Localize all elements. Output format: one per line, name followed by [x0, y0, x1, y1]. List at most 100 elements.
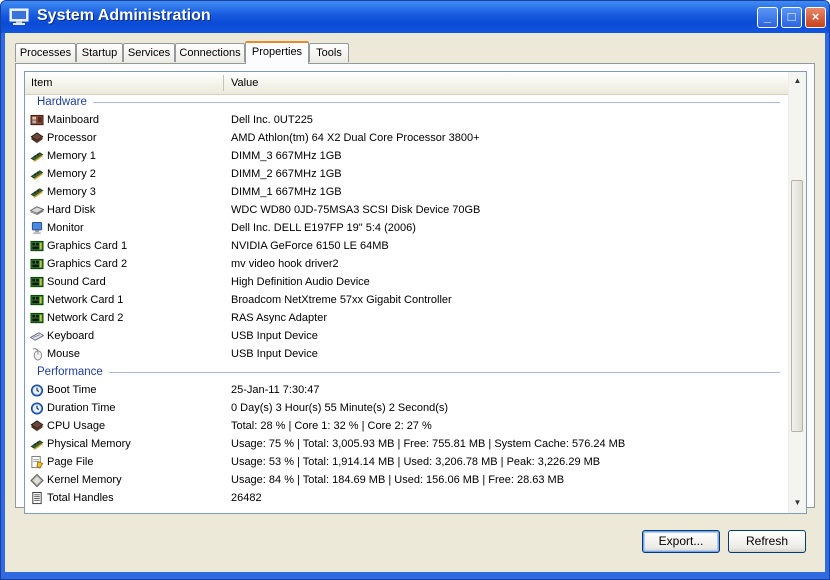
group-label: Hardware	[37, 96, 87, 108]
row-item-value: Dell Inc. 0UT225	[231, 114, 313, 126]
scroll-down-arrow-icon[interactable]: ▼	[791, 496, 804, 510]
tab-tools[interactable]: Tools	[309, 43, 349, 62]
row-item-value: Dell Inc. DELL E197FP 19" 5:4 (2006)	[231, 222, 416, 234]
list-row[interactable]: Network Card 1 Broadcom NetXtreme 57xx Gi…	[25, 292, 788, 310]
card-icon	[30, 258, 44, 270]
client-area: Processes Startup Services Connections P…	[5, 33, 825, 572]
row-item-name: Keyboard	[47, 330, 95, 342]
list-row[interactable]: Mouse USB Input Device	[25, 346, 788, 364]
list-row[interactable]: CPU Usage Total: 28 % | Core 1: 32 % | Co…	[25, 418, 788, 436]
card-icon	[30, 312, 44, 324]
hard-disk-icon	[30, 206, 44, 216]
group-divider	[93, 102, 780, 103]
properties-panel: Item Value Hardware Mainboard Dell Inc. 0U…	[15, 63, 815, 514]
tab-startup[interactable]: Startup	[76, 43, 123, 62]
list-row[interactable]: Processor AMD Athlon(tm) 64 X2 Dual Core …	[25, 130, 788, 148]
list-row[interactable]: Page File Usage: 53 % | Total: 1,914.14 M…	[25, 454, 788, 472]
list-row[interactable]: Monitor Dell Inc. DELL E197FP 19" 5:4 (20…	[25, 220, 788, 238]
row-item-value: 26482	[231, 492, 262, 504]
list-row[interactable]: Mainboard Dell Inc. 0UT225	[25, 112, 788, 130]
group-header-performance: Performance	[25, 364, 788, 382]
tab-processes[interactable]: Processes	[15, 43, 76, 62]
card-icon	[30, 240, 44, 252]
list-row[interactable]: Graphics Card 2 mv video hook driver2	[25, 256, 788, 274]
mouse-icon	[33, 348, 43, 361]
row-item-value: USB Input Device	[231, 348, 318, 360]
memory-icon	[30, 440, 44, 451]
list-row[interactable]: Graphics Card 1 NVIDIA GeForce 6150 LE 64…	[25, 238, 788, 256]
document-icon	[32, 492, 42, 505]
row-item-name: Sound Card	[47, 276, 106, 288]
list-row[interactable]: Memory 3 DIMM_1 667MHz 1GB	[25, 184, 788, 202]
properties-list[interactable]: Item Value Hardware Mainboard Dell Inc. 0U…	[24, 71, 807, 514]
tab-properties[interactable]: Properties	[245, 41, 309, 64]
list-rows: Hardware Mainboard Dell Inc. 0UT225 Process…	[25, 94, 788, 508]
row-item-name: Memory 3	[47, 186, 96, 198]
tab-connections[interactable]: Connections	[175, 43, 245, 62]
row-item-name: Mouse	[47, 348, 81, 360]
scrollbar-thumb[interactable]	[791, 180, 803, 432]
row-item-value: Total: 28 % | Core 1: 32 % | Core 2: 27 …	[231, 420, 432, 432]
row-item-value: Usage: 53 % | Total: 1,914.14 MB | Used:…	[231, 456, 601, 468]
row-item-name: Graphics Card 2	[47, 258, 128, 270]
row-item-value: Usage: 84 % | Total: 184.69 MB | Used: 1…	[231, 474, 565, 486]
list-row[interactable]: Memory 2 DIMM_2 667MHz 1GB	[25, 166, 788, 184]
list-row[interactable]: Keyboard USB Input Device	[25, 328, 788, 346]
memory-icon	[30, 152, 44, 163]
column-header-item[interactable]: Item	[25, 72, 223, 94]
list-row[interactable]: Kernel Memory Usage: 84 % | Total: 184.69…	[25, 472, 788, 490]
clock-icon	[30, 402, 44, 415]
row-item-value: AMD Athlon(tm) 64 X2 Dual Core Processor…	[231, 132, 480, 144]
group-divider	[109, 372, 780, 373]
group-header-hardware: Hardware	[25, 94, 788, 112]
minimize-button[interactable]: _	[757, 7, 778, 28]
tab-services[interactable]: Services	[123, 43, 175, 62]
group-label: Performance	[37, 366, 103, 378]
list-header: Item Value	[25, 72, 788, 95]
row-item-name: Memory 1	[47, 150, 96, 162]
scroll-up-arrow-icon[interactable]: ▲	[791, 74, 804, 88]
row-item-name: Page File	[47, 456, 94, 468]
row-item-value: USB Input Device	[231, 330, 318, 342]
vertical-scrollbar[interactable]: ▲ ▼	[788, 72, 806, 513]
list-row[interactable]: Hard Disk WDC WD80 0JD-75MSA3 SCSI Disk D…	[25, 202, 788, 220]
list-row[interactable]: Duration Time 0 Day(s) 3 Hour(s) 55 Minut…	[25, 400, 788, 418]
list-row[interactable]: Physical Memory Usage: 75 % | Total: 3,00…	[25, 436, 788, 454]
app-window: System Administration _ □ × Processes St…	[0, 0, 830, 580]
row-item-name: Hard Disk	[47, 204, 96, 216]
memory-icon	[30, 170, 44, 181]
list-row[interactable]: Memory 1 DIMM_3 667MHz 1GB	[25, 148, 788, 166]
list-row[interactable]: Total Handles 26482	[25, 490, 788, 508]
maximize-button[interactable]: □	[781, 7, 802, 28]
row-item-name: Processor	[47, 132, 97, 144]
export-button[interactable]: Export...	[642, 530, 720, 553]
row-item-value: DIMM_2 667MHz 1GB	[231, 168, 342, 180]
processor-icon	[30, 132, 44, 144]
memory-icon	[30, 188, 44, 199]
row-item-name: Memory 2	[47, 168, 96, 180]
row-item-value: DIMM_3 667MHz 1GB	[231, 150, 342, 162]
row-item-name: Duration Time	[47, 402, 116, 414]
row-item-value: mv video hook driver2	[231, 258, 339, 270]
row-item-value: DIMM_1 667MHz 1GB	[231, 186, 342, 198]
refresh-button[interactable]: Refresh	[728, 530, 806, 553]
mainboard-icon	[30, 114, 44, 126]
row-item-name: Monitor	[47, 222, 84, 234]
clock-icon	[30, 384, 44, 397]
kernel-icon	[30, 474, 44, 487]
row-item-name: Total Handles	[47, 492, 114, 504]
close-button[interactable]: ×	[805, 7, 826, 28]
page-file-icon	[31, 456, 44, 469]
list-row[interactable]: Sound Card High Definition Audio Device	[25, 274, 788, 292]
row-item-name: CPU Usage	[47, 420, 106, 432]
row-item-value: Broadcom NetXtreme 57xx Gigabit Controll…	[231, 294, 452, 306]
title-bar[interactable]: System Administration _ □ ×	[1, 1, 829, 33]
column-header-value[interactable]: Value	[225, 72, 785, 94]
row-item-name: Graphics Card 1	[47, 240, 128, 252]
list-row[interactable]: Network Card 2 RAS Async Adapter	[25, 310, 788, 328]
row-item-value: 0 Day(s) 3 Hour(s) 55 Minute(s) 2 Second…	[231, 402, 449, 414]
card-icon	[30, 276, 44, 288]
column-divider[interactable]	[223, 75, 224, 91]
row-item-name: Physical Memory	[47, 438, 131, 450]
list-row[interactable]: Boot Time 25-Jan-11 7:30:47	[25, 382, 788, 400]
